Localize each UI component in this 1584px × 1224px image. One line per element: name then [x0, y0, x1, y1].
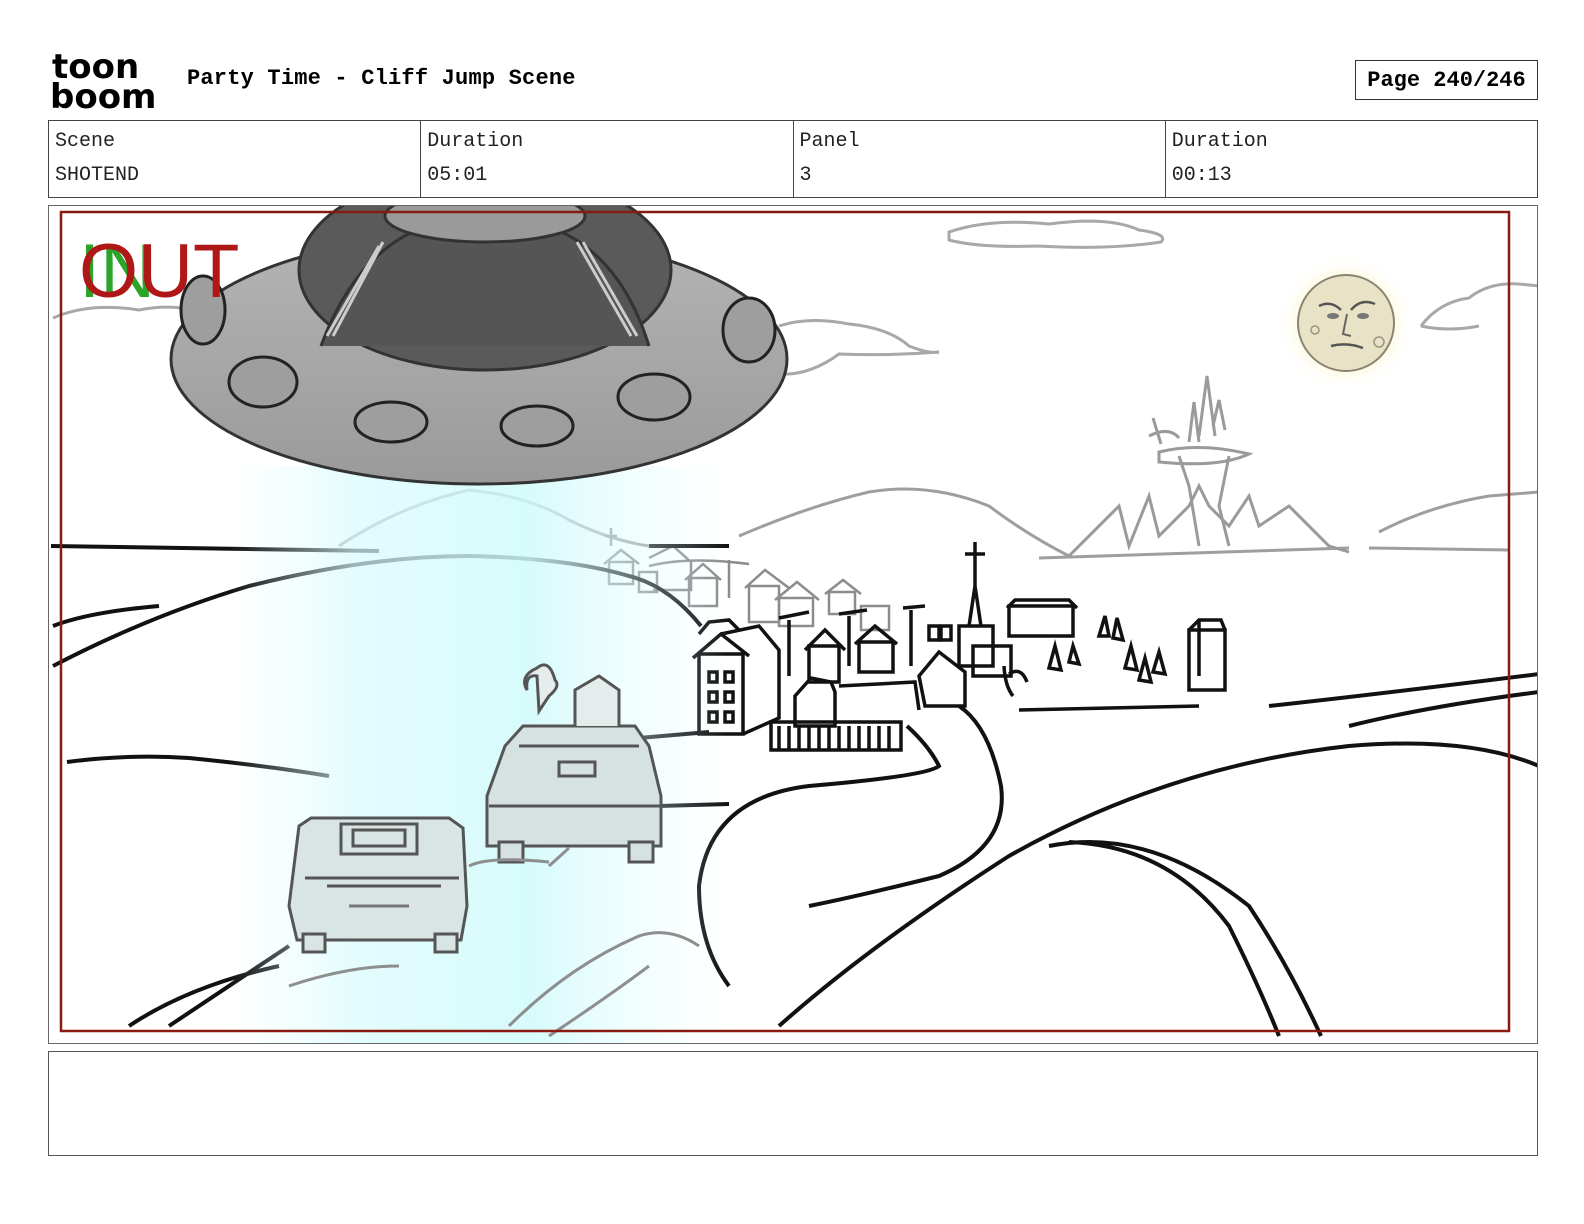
scene-duration-value: 05:01: [427, 164, 488, 187]
scene-duration-cell: Duration 05:01: [421, 121, 794, 197]
scene-value: SHOTEND: [55, 164, 140, 187]
tractor-beam: [229, 466, 729, 1043]
toonboom-logo: toon boom: [50, 47, 166, 117]
document-title: Party Time - Cliff Jump Scene: [187, 66, 576, 91]
castle-mountain: [1067, 375, 1350, 558]
moon: [1276, 253, 1416, 393]
storyboard-panel: IN OUT: [48, 205, 1538, 1044]
ufo: [169, 206, 789, 486]
panel-drawing: [50, 206, 1537, 1043]
panel-duration-value: 00:13: [1171, 164, 1232, 187]
panel-label: Panel: [799, 130, 860, 153]
town-foreground: [691, 542, 1227, 752]
panel-duration-label: Duration: [1171, 130, 1268, 153]
scene-cell: Scene SHOTEND: [49, 121, 422, 197]
panel-value: 3: [799, 164, 812, 187]
car-front: [287, 816, 469, 954]
scene-label: Scene: [55, 130, 116, 153]
scene-duration-label: Duration: [427, 130, 524, 153]
scene-info-table: Scene SHOTEND Duration 05:01 Panel 3 Dur…: [48, 120, 1538, 198]
panel-notes-box: [48, 1051, 1538, 1156]
logo-text-bottom: boom: [50, 77, 156, 112]
out-marker: OUT: [79, 229, 240, 314]
page-counter: Page 240/246: [1355, 60, 1538, 100]
panel-duration-cell: Duration 00:13: [1166, 121, 1537, 197]
panel-cell: Panel 3: [794, 121, 1166, 197]
